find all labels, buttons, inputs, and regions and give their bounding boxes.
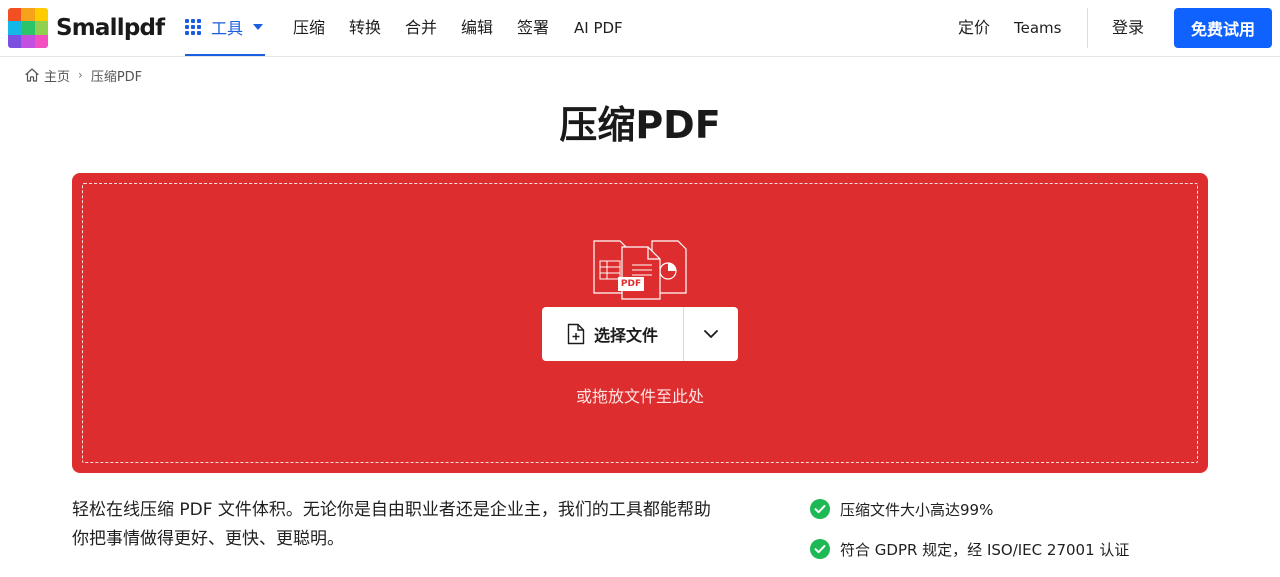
tools-menu-button[interactable]: 工具 [185,0,266,56]
home-icon [25,68,39,82]
nav-link-compress[interactable]: 压缩 [293,0,325,56]
page-title: 压缩PDF [559,103,721,147]
breadcrumb: 主页 › 压缩PDF [24,66,143,85]
feature-list: 压缩文件大小高达99% 符合 GDPR 规定，经 ISO/IEC 27001 认… [810,496,1250,576]
breadcrumb-home-link[interactable]: 主页 [44,66,70,85]
choose-file-button-group: 选择文件 [542,307,738,361]
choose-file-label: 选择文件 [593,326,658,345]
tool-description: 轻松在线压缩 PDF 文件体积。无论你是自由职业者还是企业主，我们的工具都能帮助… [72,500,711,549]
nav-link-ai-pdf[interactable]: AI PDF [574,0,623,56]
teams-link[interactable]: Teams [1014,0,1061,56]
brand-name: Smallpdf [56,15,165,41]
grid-icon [185,19,201,35]
breadcrumb-separator: › [78,68,83,82]
check-circle-icon [810,499,830,519]
nav-divider [1087,8,1088,48]
tools-label: 工具 [211,19,244,38]
nav-link-edit[interactable]: 编辑 [461,0,493,56]
free-trial-button[interactable]: 免费试用 [1174,8,1272,48]
brand-logo[interactable]: Smallpdf [8,8,165,48]
feature-item: 符合 GDPR 规定，经 ISO/IEC 27001 认证 [810,536,1250,562]
nav-link-sign[interactable]: 签署 [517,0,549,56]
nav-link-convert[interactable]: 转换 [349,0,381,56]
chevron-down-icon [704,329,718,338]
feature-text: 符合 GDPR 规定，经 ISO/IEC 27001 认证 [840,540,1130,559]
drop-hint-text: 或拖放文件至此处 [575,387,704,406]
file-add-icon [567,323,585,345]
pdf-files-illustration-icon [593,240,687,300]
feature-item: 压缩文件大小高达99% [810,496,1250,522]
logo-mark-icon [8,8,48,48]
feature-text: 压缩文件大小高达99% [840,500,994,519]
nav-link-merge[interactable]: 合并 [405,0,437,56]
login-link[interactable]: 登录 [1112,0,1144,56]
file-dropzone[interactable]: PDF 选择文件 或拖放文件至此处 [72,173,1208,473]
pricing-link[interactable]: 定价 [958,0,990,56]
choose-source-dropdown-button[interactable] [684,307,738,361]
pdf-badge-label: PDF [620,279,642,289]
breadcrumb-current: 压缩PDF [90,69,143,85]
top-navbar: Smallpdf 工具 压缩 转换 合并 编辑 签署 AI PDF 定价 Tea… [0,0,1280,57]
caret-down-icon [253,24,264,30]
choose-file-button[interactable]: 选择文件 [542,307,684,361]
check-circle-icon [810,539,830,559]
